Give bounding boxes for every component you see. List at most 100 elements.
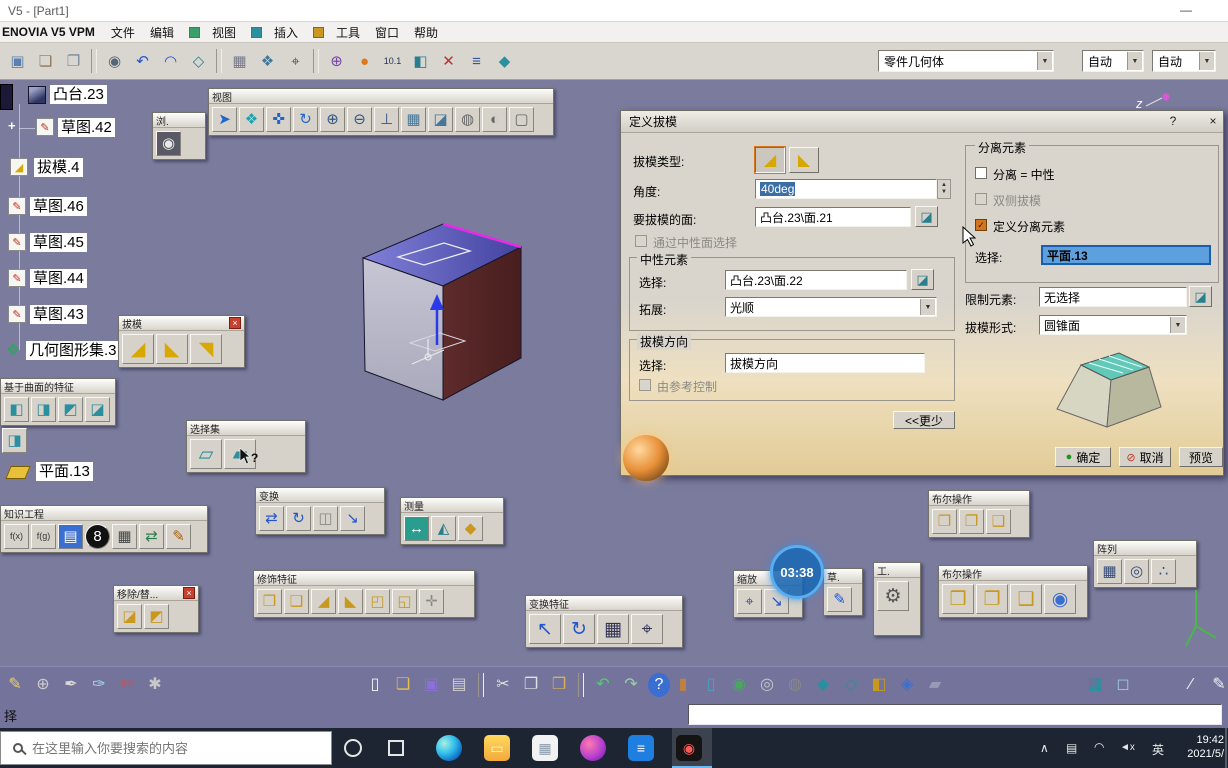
parting-neutral-checkbox[interactable] xyxy=(975,167,987,179)
3d-cube[interactable] xyxy=(340,215,540,415)
brush-tool-icon[interactable]: ✑ xyxy=(88,673,110,697)
taskbar-app-media[interactable] xyxy=(580,735,606,761)
rotation-icon[interactable]: ↻ xyxy=(563,614,595,644)
sew-surface-icon[interactable]: ◪ xyxy=(85,397,110,422)
open-icon[interactable]: ❏ xyxy=(392,673,414,697)
menu-tools[interactable]: 工具 xyxy=(336,24,360,41)
geometry-set-icon[interactable]: ❖ xyxy=(4,341,22,359)
face-pick-icon[interactable]: ◪ xyxy=(915,206,938,227)
rect-pattern-icon[interactable]: ▦ xyxy=(1097,559,1122,584)
minimize-button[interactable]: — xyxy=(1168,0,1204,21)
limiting-pick-icon[interactable]: ◪ xyxy=(1189,286,1212,307)
sketch-feature-icon[interactable]: ✎ xyxy=(8,197,26,215)
snap-icon[interactable]: ◻ xyxy=(1112,673,1134,697)
tree-item-sketch44[interactable]: 草图.44 xyxy=(30,269,87,288)
normal-view-icon[interactable]: ⊥ xyxy=(374,107,399,132)
task-view-icon[interactable] xyxy=(388,740,404,756)
copy-link-icon[interactable]: ❐ xyxy=(61,49,86,74)
fit-all-icon[interactable]: ❖ xyxy=(239,107,264,132)
fly-icon[interactable]: ➤ xyxy=(212,107,237,132)
knowledge-exchange-icon[interactable]: ⇄ xyxy=(139,524,164,549)
wifi-icon[interactable]: ◠ xyxy=(1094,740,1104,754)
replace-face-icon[interactable]: ◩ xyxy=(144,604,169,629)
catalog-icon[interactable]: ▦ xyxy=(227,49,252,74)
coordinates-icon[interactable]: 10.1 xyxy=(380,49,405,74)
help-icon[interactable]: ? xyxy=(648,673,670,697)
remove-face-icon[interactable]: ◪ xyxy=(117,604,142,629)
tree-item-sketch42[interactable]: 草图.42 xyxy=(58,118,115,137)
draft-feature-icon[interactable]: ◣ xyxy=(338,589,363,614)
reflect-line-draft-button[interactable]: ◣ xyxy=(789,147,819,173)
hidden-icons-caret[interactable]: ∧ xyxy=(1040,741,1049,755)
sketch-feature-icon[interactable]: ✎ xyxy=(8,233,26,251)
rib-icon[interactable]: ◆ xyxy=(812,673,834,697)
taskbar-app-player[interactable]: ◉ xyxy=(676,735,702,761)
copy-icon[interactable]: ❐ xyxy=(520,673,542,697)
edge-fillet-icon[interactable]: ❒ xyxy=(257,589,282,614)
menu-view[interactable]: 视图 xyxy=(212,24,236,41)
tree-item-geoset[interactable]: 几何图形集.3 xyxy=(26,341,120,360)
scaling-icon[interactable]: ⌖ xyxy=(631,614,663,644)
neutral-pick-icon[interactable]: ◪ xyxy=(911,269,934,290)
new-doc-icon[interactable]: ▯ xyxy=(364,673,386,697)
tree-item-sketch45[interactable]: 草图.45 xyxy=(30,233,87,252)
edit-parameter-icon[interactable]: ✎ xyxy=(166,524,191,549)
translate-icon[interactable]: ⇄ xyxy=(259,506,284,531)
browse-toolbar-titlebar[interactable]: 浏. xyxy=(153,113,205,128)
draft-reflect-line-icon[interactable]: ◣ xyxy=(156,334,188,364)
thick-icon[interactable]: ▰ xyxy=(924,673,946,697)
tray-icon[interactable]: ▤ xyxy=(1066,741,1077,755)
shell-icon[interactable]: ◰ xyxy=(365,589,390,614)
neutral-select-input[interactable]: 凸台.23\面.22 xyxy=(725,270,907,290)
variable-draft-icon[interactable]: ◥ xyxy=(190,334,222,364)
chevron-down-icon[interactable]: ▼ xyxy=(1037,52,1052,70)
plane-icon[interactable] xyxy=(5,466,31,479)
draft-angle-icon[interactable]: ◢ xyxy=(122,334,154,364)
select-hand-icon[interactable]: ● xyxy=(352,49,377,74)
remove-replace-titlebar[interactable]: 移除/替... × xyxy=(114,586,198,601)
measure-between-icon[interactable]: ↔ xyxy=(404,516,429,541)
redo-icon[interactable]: ↷ xyxy=(620,673,642,697)
shading-icon[interactable]: ◍ xyxy=(455,107,480,132)
line-tool-icon[interactable]: ∕ xyxy=(1180,673,1202,697)
transform-features-titlebar[interactable]: 变换特征 xyxy=(526,596,682,611)
boolean-remove-icon[interactable]: ❑ xyxy=(986,509,1011,534)
full-screen-icon[interactable]: ▢ xyxy=(509,107,534,132)
dialog-titlebar[interactable]: 定义拔模 xyxy=(621,111,1223,133)
pen-tool-icon[interactable]: ✒ xyxy=(60,673,82,697)
less-button[interactable]: <<更少 xyxy=(893,411,955,429)
parting-select-input[interactable]: 平面.13 xyxy=(1041,245,1211,265)
boolean1-titlebar[interactable]: 布尔操作 xyxy=(929,491,1029,506)
slot-icon[interactable]: ◇ xyxy=(840,673,862,697)
command-input[interactable] xyxy=(688,704,1222,725)
preview-button[interactable]: 预览 xyxy=(1179,447,1223,467)
surface-fragment-icon[interactable]: ◨ xyxy=(2,428,27,453)
menu-window[interactable]: 窗口 xyxy=(375,24,399,41)
zoom-area-icon[interactable]: ⌖ xyxy=(737,589,762,614)
help-icon[interactable]: ? xyxy=(1165,114,1181,130)
draft-form-combo[interactable]: 圆锥面 ▼ xyxy=(1039,315,1187,335)
undo-curve-icon[interactable]: ↶ xyxy=(130,49,155,74)
angle-input[interactable]: 40deg xyxy=(755,179,937,199)
list-icon[interactable]: ≡ xyxy=(464,49,489,74)
auto-combo-2[interactable]: 自动 ▼ xyxy=(1152,50,1216,72)
workbench-icon[interactable]: ▣ xyxy=(5,49,30,74)
tree-item-sketch43[interactable]: 草图.43 xyxy=(30,305,87,324)
propagation-combo[interactable]: 光顺 ▼ xyxy=(725,297,937,317)
paste-icon[interactable]: ❒ xyxy=(548,673,570,697)
grid-icon[interactable]: ▦ xyxy=(1084,673,1106,697)
tools-titlebar[interactable]: 工. xyxy=(874,563,920,578)
check-ball-icon[interactable]: 8 xyxy=(85,524,110,549)
surface-icon[interactable]: ◇ xyxy=(186,49,211,74)
groove-icon[interactable]: ◎ xyxy=(756,673,778,697)
spin-up-icon[interactable]: ▲ xyxy=(941,182,947,189)
taskbar-clock[interactable]: 19:42 2021/5/ xyxy=(1176,733,1224,761)
body-selector-combo[interactable]: 零件几何体 ▼ xyxy=(878,50,1054,72)
remove-lump-icon[interactable]: ❐ xyxy=(976,584,1008,614)
measure-icon[interactable]: ⌖ xyxy=(283,49,308,74)
close-icon[interactable]: × xyxy=(1205,114,1221,130)
shaft-icon[interactable]: ◉ xyxy=(728,673,750,697)
print-icon[interactable]: ▤ xyxy=(448,673,470,697)
zoom-out-icon[interactable]: ⊖ xyxy=(347,107,372,132)
arc-icon[interactable]: ◠ xyxy=(158,49,183,74)
